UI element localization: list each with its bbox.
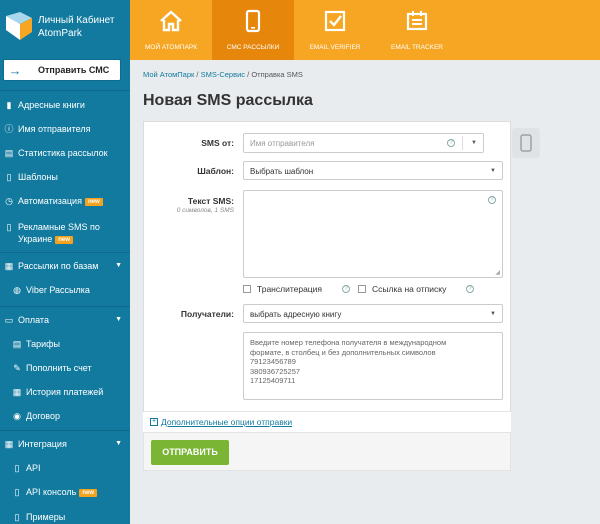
- doc-icon: ▯: [14, 487, 20, 497]
- tab-email-tracker[interactable]: Email Tracker: [376, 0, 458, 60]
- recipients-label: Получатели:: [180, 309, 234, 319]
- sidebar-item-contract[interactable]: ◉ Договор: [0, 410, 130, 422]
- tab-my-atompark[interactable]: Мой АтомПарк: [130, 0, 212, 60]
- mobile-icon: [520, 134, 532, 152]
- arrow-right-icon: →: [8, 62, 22, 78]
- sms-text-label: Текст SMS:: [187, 196, 234, 206]
- viber-icon: ◍: [13, 285, 21, 295]
- sidebar-item-payment-history[interactable]: ▦ История платежей: [0, 386, 130, 398]
- sidebar-item-api-console[interactable]: ▯ API консоль new: [0, 486, 130, 498]
- breadcrumb-current: Отправка SMS: [251, 70, 303, 79]
- edit-icon: ✎: [13, 363, 21, 373]
- sidebar-item-tariffs[interactable]: ▤ Тарифы: [0, 338, 130, 350]
- breadcrumb-link-sms-service[interactable]: SMS-Сервис: [201, 70, 245, 79]
- sidebar-item-examples[interactable]: ▯ Примеры: [0, 511, 130, 523]
- sms-text-area[interactable]: ? ◢: [243, 190, 503, 278]
- top-navigation: Мой АтомПарк СМС Рассылки Email Verifier…: [130, 0, 600, 60]
- caret-down-icon: ▼: [115, 262, 122, 269]
- chart-icon: ▤: [4, 148, 14, 158]
- checkbox-icon: [324, 10, 346, 32]
- sender-name-select[interactable]: Имя отправителя ? ▼: [243, 133, 484, 153]
- breadcrumb-separator: /: [196, 70, 199, 79]
- more-options-link[interactable]: Дополнительные опции отправки: [161, 417, 292, 427]
- mobile-icon: [245, 9, 261, 33]
- sms-counter: 0 символов, 1 SMS: [176, 207, 234, 214]
- breadcrumb-separator: /: [247, 70, 250, 79]
- resize-handle-icon[interactable]: ◢: [495, 269, 500, 276]
- sidebar-item-database-mailings[interactable]: ▦ Рассылки по базам ▼: [0, 260, 130, 272]
- template-select[interactable]: Выбрать шаблон ▼: [243, 161, 503, 180]
- mobile-icon: ▯: [6, 222, 12, 232]
- send-sms-label: Отправить СМС: [38, 65, 110, 75]
- chevron-down-icon: ▼: [471, 140, 477, 146]
- doc-icon: ▯: [14, 512, 20, 522]
- sms-from-label: SMS от:: [201, 138, 234, 148]
- page-title: Новая SMS рассылка: [143, 92, 313, 109]
- address-book-select[interactable]: выбрать адресную книгу ▼: [243, 304, 503, 323]
- expand-icon[interactable]: +: [150, 418, 158, 426]
- help-icon[interactable]: ?: [447, 139, 455, 147]
- divider: [0, 252, 130, 253]
- more-options-bar: + Дополнительные опции отправки: [143, 411, 511, 432]
- logo-line1: Личный Кабинет: [38, 15, 115, 26]
- plug-icon: ▦: [4, 439, 14, 449]
- unsubscribe-link-checkbox[interactable]: Ссылка на отписку: [358, 284, 446, 294]
- logo-line2: AtomPark: [38, 28, 82, 39]
- caret-down-icon: ▼: [115, 316, 122, 323]
- help-icon[interactable]: ?: [342, 285, 350, 293]
- list-icon: ▤: [12, 339, 22, 349]
- new-badge: new: [84, 198, 103, 206]
- tab-sms-mailings[interactable]: СМС Рассылки: [212, 0, 294, 60]
- form-footer: ОТПРАВИТЬ: [143, 432, 511, 471]
- transliteration-checkbox[interactable]: Транслитерация: [243, 284, 322, 294]
- divider: [0, 90, 130, 91]
- card-icon: ▭: [4, 315, 14, 325]
- chevron-down-icon: ▼: [490, 168, 496, 174]
- caret-down-icon: ▼: [115, 440, 122, 447]
- phone-preview: [512, 128, 540, 158]
- sidebar-item-integration[interactable]: ▦ Интеграция ▼: [0, 438, 130, 450]
- sidebar-item-api[interactable]: ▯ API: [0, 462, 130, 474]
- new-badge: new: [79, 489, 98, 497]
- layers-icon: ▦: [4, 261, 14, 271]
- file-icon: ▯: [6, 172, 12, 182]
- sidebar-item-address-books[interactable]: ▮ Адресные книги: [0, 99, 130, 111]
- tracker-icon: [406, 11, 428, 31]
- breadcrumb-link-home[interactable]: Мой АтомПарк: [143, 70, 194, 79]
- sidebar-item-payment[interactable]: ▭ Оплата ▼: [0, 314, 130, 326]
- new-badge: new: [55, 236, 73, 244]
- sidebar-item-templates[interactable]: ▯ Шаблоны: [0, 171, 130, 183]
- history-icon: ▦: [12, 387, 22, 397]
- book-icon: ▮: [6, 100, 12, 110]
- tab-email-verifier[interactable]: Email Verifier: [294, 0, 376, 60]
- breadcrumb: Мой АтомПарк / SMS-Сервис / Отправка SMS: [143, 70, 303, 79]
- globe-icon: ◉: [13, 411, 21, 421]
- sidebar-item-top-up[interactable]: ✎ Пополнить счет: [0, 362, 130, 374]
- send-sms-button[interactable]: → Отправить СМС: [3, 59, 121, 81]
- sidebar-item-sender-name[interactable]: ⓘ Имя отправителя: [0, 123, 130, 135]
- help-icon[interactable]: ?: [488, 196, 496, 204]
- divider: [0, 430, 130, 431]
- submit-button[interactable]: ОТПРАВИТЬ: [151, 440, 229, 465]
- sidebar: Личный Кабинет AtomPark → Отправить СМС …: [0, 0, 130, 524]
- sidebar-item-statistics[interactable]: ▤ Статистика рассылок: [0, 147, 130, 159]
- home-icon: [160, 10, 182, 32]
- divider: [0, 306, 130, 307]
- clock-icon: ◷: [5, 196, 13, 206]
- template-label: Шаблон:: [197, 166, 234, 176]
- phone-numbers-textarea[interactable]: Введите номер телефона получателя в межд…: [243, 332, 503, 400]
- sidebar-item-ukraine-sms[interactable]: ▯ Рекламные SMS по Украине new: [0, 221, 130, 245]
- info-icon: ⓘ: [4, 124, 14, 134]
- chevron-down-icon: ▼: [490, 311, 496, 317]
- doc-icon: ▯: [14, 463, 20, 473]
- atompark-logo-icon: [6, 12, 32, 40]
- help-icon[interactable]: ?: [466, 285, 474, 293]
- sidebar-item-viber[interactable]: ◍ Viber Рассылка: [0, 284, 130, 296]
- sidebar-item-automation[interactable]: ◷ Автоматизация new: [0, 195, 130, 207]
- logo[interactable]: Личный Кабинет AtomPark: [0, 0, 130, 52]
